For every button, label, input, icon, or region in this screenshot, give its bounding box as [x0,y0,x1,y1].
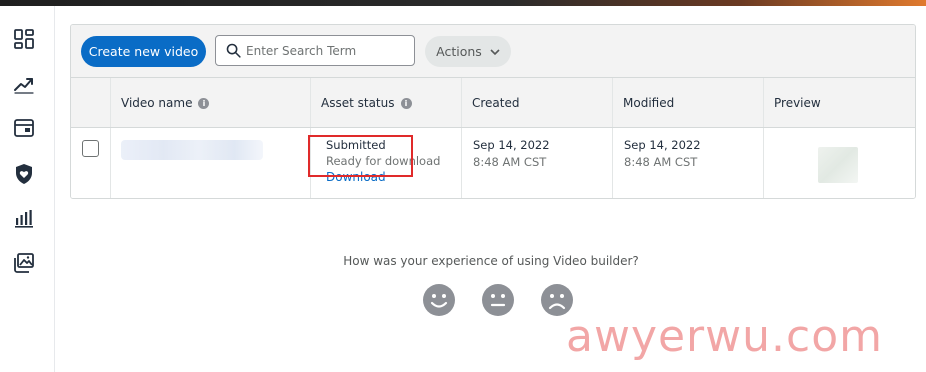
video-name-cell [111,128,311,198]
info-icon[interactable]: i [400,97,412,109]
modified-date: Sep 14, 2022 [624,138,701,152]
dashboard-icon[interactable] [11,26,37,52]
watermark-text: awyerwu.com [566,311,883,362]
feedback-question: How was your experience of using Video b… [343,254,639,268]
search-icon [226,43,241,58]
video-table-card: Create new video Actions Video name i [70,24,916,199]
select-cell [71,128,111,198]
chevron-down-icon [490,48,500,55]
column-header-modified[interactable]: Modified [613,78,764,127]
column-label: Created [472,96,520,110]
column-label: Modified [623,96,675,110]
actions-label: Actions [436,44,482,59]
search-input[interactable] [246,40,406,61]
column-header-video-name[interactable]: Video name i [111,78,311,127]
table-header: Video name i Asset status i Created Modi… [71,77,915,128]
row-checkbox[interactable] [82,140,99,157]
video-preview-thumbnail[interactable] [818,147,858,183]
bar-chart-icon[interactable] [11,205,37,231]
shield-heart-icon[interactable] [11,161,37,187]
create-new-video-button[interactable]: Create new video [81,36,206,67]
column-label: Preview [774,96,821,110]
search-box[interactable] [215,35,415,66]
download-highlight-box [308,135,413,177]
table-toolbar: Create new video Actions [71,25,915,77]
column-label: Video name [121,96,193,110]
column-label: Asset status [321,96,395,110]
sidebar [0,6,55,372]
created-time: 8:48 AM CST [473,155,547,169]
video-name-blurred[interactable] [121,140,263,160]
column-header-preview: Preview [764,78,915,127]
trending-up-icon[interactable] [11,71,37,97]
happy-face-icon[interactable] [422,283,456,317]
select-column-header [71,78,111,127]
modified-time: 8:48 AM CST [624,155,698,169]
info-icon[interactable]: i [198,97,210,109]
column-header-created[interactable]: Created [462,78,613,127]
created-date: Sep 14, 2022 [473,138,550,152]
image-gallery-icon[interactable] [11,250,37,276]
actions-dropdown-button[interactable]: Actions [425,36,511,67]
neutral-face-icon[interactable] [481,283,515,317]
table-row: Submitted Ready for download Download Se… [71,128,915,198]
campaign-card-icon[interactable] [11,115,37,141]
column-header-asset-status[interactable]: Asset status i [311,78,462,127]
